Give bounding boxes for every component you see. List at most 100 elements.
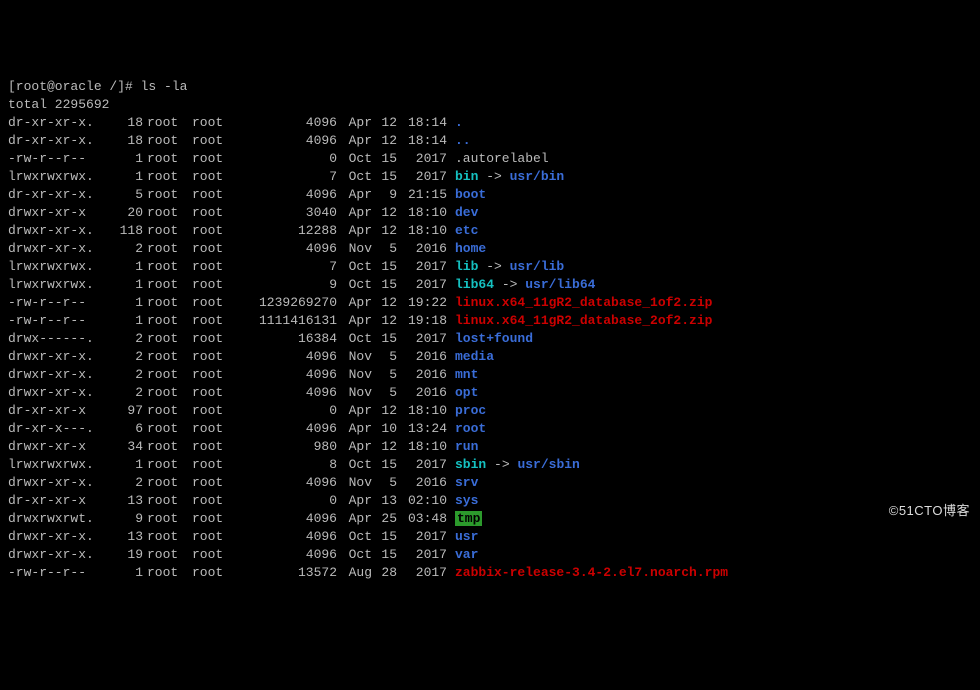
- ls-row: lrwxrwxrwx.1rootroot9Oct152017lib64 -> u…: [8, 276, 972, 294]
- symlink-arrow: ->: [478, 259, 509, 274]
- ls-row: drwxr-xr-x.13rootroot4096Oct152017usr: [8, 528, 972, 546]
- owner: root: [147, 258, 192, 276]
- time: 18:10: [397, 402, 447, 420]
- owner: root: [147, 564, 192, 582]
- link-count: 2: [108, 384, 143, 402]
- time: 19:18: [397, 312, 447, 330]
- file-name: zabbix-release-3.4-2.el7.noarch.rpm: [455, 565, 728, 580]
- day: 5: [372, 348, 397, 366]
- group: root: [192, 420, 237, 438]
- time: 03:48: [397, 510, 447, 528]
- link-count: 6: [108, 420, 143, 438]
- day: 13: [372, 492, 397, 510]
- day: 12: [372, 114, 397, 132]
- file-name: dev: [455, 205, 478, 220]
- group: root: [192, 438, 237, 456]
- size: 4096: [237, 546, 337, 564]
- size: 13572: [237, 564, 337, 582]
- owner: root: [147, 546, 192, 564]
- ls-row: drwxr-xr-x.2rootroot4096Nov52016opt: [8, 384, 972, 402]
- day: 12: [372, 222, 397, 240]
- file-name: sbin: [455, 457, 486, 472]
- group: root: [192, 456, 237, 474]
- file-name: home: [455, 241, 486, 256]
- permissions: lrwxrwxrwx.: [8, 456, 108, 474]
- size: 4096: [237, 114, 337, 132]
- month: Apr: [337, 492, 372, 510]
- link-count: 1: [108, 294, 143, 312]
- day: 9: [372, 186, 397, 204]
- owner: root: [147, 204, 192, 222]
- time: 2017: [397, 456, 447, 474]
- symlink-target: usr/sbin: [517, 457, 579, 472]
- day: 10: [372, 420, 397, 438]
- day: 15: [372, 330, 397, 348]
- time: 2016: [397, 348, 447, 366]
- ls-row: -rw-r--r--1rootroot13572Aug282017zabbix-…: [8, 564, 972, 582]
- permissions: drwxr-xr-x.: [8, 528, 108, 546]
- month: Apr: [337, 312, 372, 330]
- permissions: lrwxrwxrwx.: [8, 168, 108, 186]
- link-count: 2: [108, 366, 143, 384]
- owner: root: [147, 438, 192, 456]
- permissions: dr-xr-xr-x: [8, 492, 108, 510]
- link-count: 5: [108, 186, 143, 204]
- permissions: dr-xr-x---.: [8, 420, 108, 438]
- time: 2017: [397, 258, 447, 276]
- ls-row: lrwxrwxrwx.1rootroot7Oct152017bin -> usr…: [8, 168, 972, 186]
- link-count: 9: [108, 510, 143, 528]
- file-name: ..: [455, 133, 471, 148]
- group: root: [192, 492, 237, 510]
- day: 12: [372, 438, 397, 456]
- month: Oct: [337, 330, 372, 348]
- size: 4096: [237, 420, 337, 438]
- link-count: 13: [108, 528, 143, 546]
- size: 4096: [237, 132, 337, 150]
- month: Aug: [337, 564, 372, 582]
- owner: root: [147, 510, 192, 528]
- month: Apr: [337, 510, 372, 528]
- link-count: 2: [108, 348, 143, 366]
- size: 4096: [237, 366, 337, 384]
- time: 2016: [397, 474, 447, 492]
- file-name: .: [455, 115, 463, 130]
- size: 3040: [237, 204, 337, 222]
- ls-row: drwxr-xr-x.2rootroot4096Nov52016home: [8, 240, 972, 258]
- month: Oct: [337, 168, 372, 186]
- month: Apr: [337, 132, 372, 150]
- link-count: 20: [108, 204, 143, 222]
- group: root: [192, 168, 237, 186]
- link-count: 1: [108, 168, 143, 186]
- link-count: 2: [108, 330, 143, 348]
- owner: root: [147, 402, 192, 420]
- file-name: linux.x64_11gR2_database_1of2.zip: [455, 295, 712, 310]
- owner: root: [147, 240, 192, 258]
- ls-row: drwxr-xr-x.2rootroot4096Nov52016media: [8, 348, 972, 366]
- prompt-line[interactable]: [root@oracle /]# ls -la: [8, 78, 972, 96]
- owner: root: [147, 474, 192, 492]
- day: 15: [372, 276, 397, 294]
- permissions: drwxrwxrwt.: [8, 510, 108, 528]
- link-count: 34: [108, 438, 143, 456]
- month: Nov: [337, 474, 372, 492]
- size: 4096: [237, 510, 337, 528]
- file-name: bin: [455, 169, 478, 184]
- day: 5: [372, 240, 397, 258]
- time: 2017: [397, 276, 447, 294]
- ls-row: drwxr-xr-x34rootroot980Apr1218:10run: [8, 438, 972, 456]
- file-name: var: [455, 547, 478, 562]
- time: 2017: [397, 168, 447, 186]
- ls-row: dr-xr-xr-x.18rootroot4096Apr1218:14..: [8, 132, 972, 150]
- owner: root: [147, 366, 192, 384]
- group: root: [192, 330, 237, 348]
- day: 5: [372, 366, 397, 384]
- size: 4096: [237, 240, 337, 258]
- group: root: [192, 186, 237, 204]
- group: root: [192, 258, 237, 276]
- month: Nov: [337, 240, 372, 258]
- day: 28: [372, 564, 397, 582]
- terminal-output[interactable]: [root@oracle /]# ls -latotal 2295692dr-x…: [8, 78, 972, 582]
- group: root: [192, 474, 237, 492]
- owner: root: [147, 330, 192, 348]
- permissions: -rw-r--r--: [8, 312, 108, 330]
